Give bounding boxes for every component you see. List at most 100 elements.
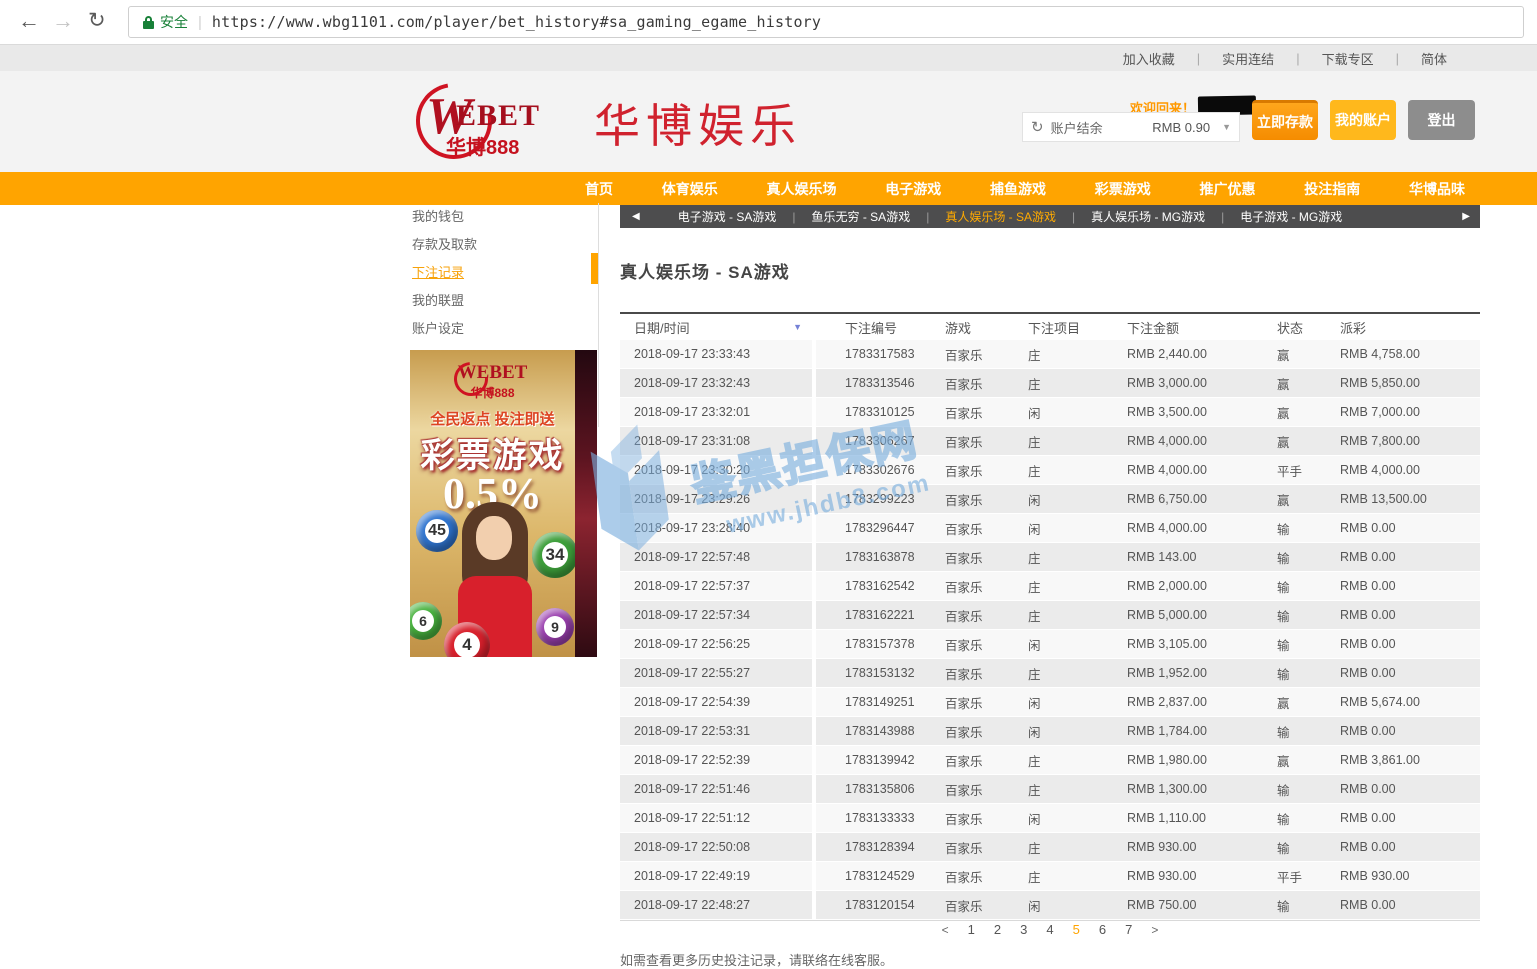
page-number[interactable]: 7 <box>1125 922 1132 937</box>
deposit-button[interactable]: 立即存款 <box>1252 100 1318 140</box>
cell-payout: RMB 0.00 <box>1340 811 1480 825</box>
main-nav-item[interactable]: 电子游戏 <box>885 179 941 199</box>
table-row: 2018-09-17 23:30:20 1783302676 百家乐 庄 RMB… <box>620 456 1480 484</box>
page-number[interactable]: 1 <box>968 922 975 937</box>
cell-bet-amount: RMB 5,000.00 <box>1127 608 1277 622</box>
cell-bet-item: 闲 <box>1028 896 1127 915</box>
tabs-scroll-left-icon[interactable]: ◀ <box>632 211 640 222</box>
cell-bet-id: 1783317583 <box>845 347 945 361</box>
game-tab[interactable]: 电子游戏 - SA游戏 | <box>662 208 796 225</box>
browser-forward-icon[interactable]: → <box>52 8 74 34</box>
sidebar-item[interactable]: 下注记录 <box>412 259 598 287</box>
cell-bet-item: 庄 <box>1028 577 1127 596</box>
my-account-button[interactable]: 我的账户 <box>1330 100 1396 140</box>
cell-date: 2018-09-17 22:51:46 <box>620 775 812 803</box>
sidebar-item[interactable]: 存款及取款 <box>412 231 598 259</box>
cell-status: 输 <box>1277 722 1340 741</box>
page-number[interactable]: 3 <box>1020 922 1027 937</box>
cell-payout: RMB 5,674.00 <box>1340 695 1480 709</box>
cell-bet-id: 1783153132 <box>845 666 945 680</box>
logout-button[interactable]: 登出 <box>1408 100 1475 140</box>
cell-payout: RMB 4,758.00 <box>1340 347 1480 361</box>
tabs-scroll-right-icon[interactable]: ▶ <box>1462 211 1470 222</box>
previous-page-icon[interactable]: < <box>942 923 949 937</box>
page-number[interactable]: 2 <box>994 922 1001 937</box>
main-nav-item[interactable]: 投注指南 <box>1304 179 1360 199</box>
main-nav-item[interactable]: 推广优惠 <box>1200 179 1256 199</box>
promo-banner[interactable]: WEBET 华博888 全民返点 投注即送 彩票游戏 0.5% 45 34 <box>410 350 597 657</box>
game-tab[interactable]: 真人娱乐场 - MG游戏 | <box>1075 208 1224 225</box>
utility-link[interactable]: 实用连结 <box>1200 49 1296 68</box>
column-bet-amount[interactable]: 下注金额 <box>1127 318 1277 337</box>
cell-bet-amount: RMB 4,000.00 <box>1127 463 1277 477</box>
main-nav-item[interactable]: 彩票游戏 <box>1095 179 1151 199</box>
utility-link[interactable]: 简体 <box>1399 49 1469 68</box>
cell-bet-item: 庄 <box>1028 548 1127 567</box>
cell-date: 2018-09-17 23:33:43 <box>620 340 812 368</box>
cell-date: 2018-09-17 23:30:20 <box>620 456 812 484</box>
sort-descending-icon[interactable]: ▼ <box>793 322 802 332</box>
main-nav-item[interactable]: 华博品味 <box>1409 179 1465 199</box>
lottery-ball: 6 <box>410 602 442 640</box>
main-nav-item[interactable]: 捕鱼游戏 <box>990 179 1046 199</box>
table-row: 2018-09-17 22:52:39 1783139942 百家乐 庄 RMB… <box>620 746 1480 774</box>
main-nav-item[interactable]: 首页 <box>585 179 613 199</box>
sidebar-item[interactable]: 账户设定 <box>412 315 598 343</box>
sidebar-item[interactable]: 我的联盟 <box>412 287 598 315</box>
address-bar[interactable]: 安全 | https://www.wbg1101.com/player/bet_… <box>128 6 1524 38</box>
cell-bet-item: 闲 <box>1028 403 1127 422</box>
cell-status: 输 <box>1277 780 1340 799</box>
cell-payout: RMB 4,000.00 <box>1340 463 1480 477</box>
column-status[interactable]: 状态 <box>1277 318 1340 337</box>
game-tab[interactable]: 真人娱乐场 - SA游戏 | <box>929 208 1075 225</box>
cell-game: 百家乐 <box>945 780 1028 799</box>
cell-status: 输 <box>1277 635 1340 654</box>
balance-widget[interactable]: ↻ 账户结余 RMB 0.90 ▼ <box>1022 112 1240 142</box>
cell-status: 输 <box>1277 606 1340 625</box>
cell-bet-item: 庄 <box>1028 867 1127 886</box>
cell-bet-amount: RMB 930.00 <box>1127 840 1277 854</box>
sidebar-item[interactable]: 我的钱包 <box>412 203 598 231</box>
column-date[interactable]: 日期/时间 <box>634 318 690 337</box>
main-nav-item[interactable]: 体育娱乐 <box>662 179 718 199</box>
table-row: 2018-09-17 22:54:39 1783149251 百家乐 闲 RMB… <box>620 688 1480 716</box>
page-number[interactable]: 6 <box>1099 922 1106 937</box>
cell-status: 输 <box>1277 809 1340 828</box>
main-nav-item[interactable]: 真人娱乐场 <box>767 179 837 199</box>
utility-link[interactable]: 加入收藏 <box>1101 49 1197 68</box>
browser-back-icon[interactable]: ← <box>18 8 40 34</box>
url-text[interactable]: https://www.wbg1101.com/player/bet_histo… <box>212 13 821 31</box>
browser-reload-icon[interactable]: ↻ <box>88 8 106 33</box>
game-tab[interactable]: 电子游戏 - MG游戏 | <box>1224 208 1358 225</box>
cell-bet-amount: RMB 1,110.00 <box>1127 811 1277 825</box>
cell-payout: RMB 0.00 <box>1340 782 1480 796</box>
utility-link[interactable]: 下载专区 <box>1300 49 1396 68</box>
site-logo[interactable]: W EBET 华博888 华博娱乐 <box>412 77 802 163</box>
game-tab[interactable]: 鱼乐无穷 - SA游戏 | <box>796 208 930 225</box>
refresh-balance-icon[interactable]: ↻ <box>1031 118 1044 136</box>
column-bet-item[interactable]: 下注项目 <box>1028 318 1127 337</box>
table-row: 2018-09-17 23:29:26 1783299223 百家乐 闲 RMB… <box>620 485 1480 513</box>
table-row: 2018-09-17 22:49:19 1783124529 百家乐 庄 RMB… <box>620 862 1480 890</box>
cell-date: 2018-09-17 22:50:08 <box>620 833 812 861</box>
sidebar-active-indicator <box>591 253 598 284</box>
cell-bet-amount: RMB 1,300.00 <box>1127 782 1277 796</box>
chevron-down-icon[interactable]: ▼ <box>1222 122 1231 132</box>
next-page-icon[interactable]: > <box>1151 923 1158 937</box>
cell-game: 百家乐 <box>945 722 1028 741</box>
column-bet-id[interactable]: 下注编号 <box>845 318 945 337</box>
cell-payout: RMB 7,800.00 <box>1340 434 1480 448</box>
page-number[interactable]: 5 <box>1073 922 1080 937</box>
site-header: W EBET 华博888 华博娱乐 欢迎回来！ ↻ 账户结余 RMB 0.90 … <box>0 71 1537 172</box>
page-number[interactable]: 4 <box>1046 922 1053 937</box>
column-game[interactable]: 游戏 <box>945 318 1028 337</box>
column-payout[interactable]: 派彩 <box>1340 318 1480 337</box>
url-separator: | <box>198 14 202 31</box>
cell-status: 赢 <box>1277 345 1340 364</box>
cell-status: 平手 <box>1277 867 1340 886</box>
cell-payout: RMB 0.00 <box>1340 521 1480 535</box>
cell-payout: RMB 0.00 <box>1340 550 1480 564</box>
cell-bet-id: 1783306267 <box>845 434 945 448</box>
cell-date: 2018-09-17 22:49:19 <box>620 862 812 890</box>
cell-bet-item: 庄 <box>1028 664 1127 683</box>
